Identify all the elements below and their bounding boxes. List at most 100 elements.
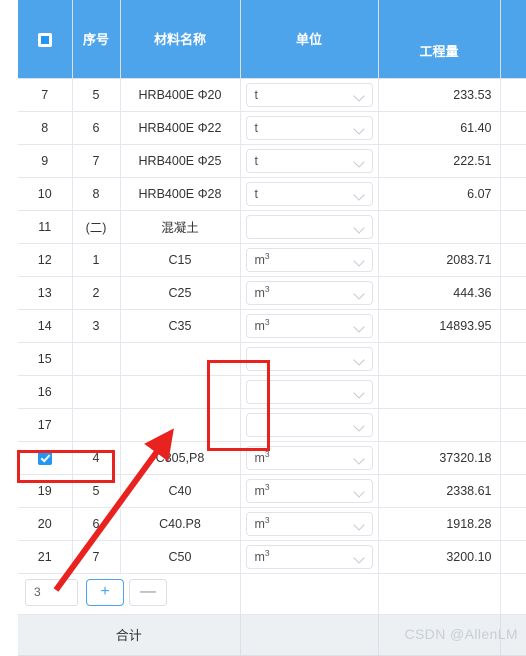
unit-select[interactable]	[245, 214, 373, 239]
table-row[interactable]: 14 3 C35 m3 14893.95	[18, 309, 526, 343]
row-material-name-cell[interactable]	[120, 408, 241, 442]
table-row[interactable]: 7 5 HRB400E Φ20 t 233.53	[18, 78, 526, 112]
row-quantity-cell[interactable]	[378, 342, 501, 376]
unit-select[interactable]: m3	[245, 313, 373, 338]
table-row[interactable]: 20 6 C40.P8 m3 1918.28	[18, 507, 526, 541]
row-material-name-cell[interactable]: C35	[120, 309, 241, 343]
row-material-name-cell[interactable]: HRB400E Φ25	[120, 144, 241, 178]
unit-select[interactable]: t	[245, 82, 373, 107]
column-header-unit[interactable]: 单位	[240, 0, 379, 79]
unit-select[interactable]: t	[245, 181, 373, 206]
row-quantity-cell[interactable]: 61.40	[378, 111, 501, 145]
row-quantity-cell[interactable]: 222.51	[378, 144, 501, 178]
add-rows-button[interactable]: +	[86, 578, 124, 606]
unit-select[interactable]: t	[245, 148, 373, 173]
row-material-name-cell[interactable]: HRB400E Φ22	[120, 111, 241, 145]
row-seq-cell[interactable]	[72, 408, 121, 442]
row-material-name-cell[interactable]: C25	[120, 276, 241, 310]
row-quantity-cell[interactable]	[378, 408, 501, 442]
unit-select[interactable]: m3	[245, 280, 373, 305]
chevron-down-icon[interactable]	[352, 287, 365, 300]
table-row[interactable]: 10 8 HRB400E Φ28 t 6.07	[18, 177, 526, 211]
table-row[interactable]: 4 C305,P8 m3 37320.18	[18, 441, 526, 475]
row-seq-cell[interactable]: 3	[72, 309, 121, 343]
row-checkbox-cell[interactable]	[18, 441, 73, 475]
row-material-name-cell[interactable]: HRB400E Φ28	[120, 177, 241, 211]
row-material-name-cell[interactable]: C40.P8	[120, 507, 241, 541]
chevron-down-icon[interactable]	[352, 89, 365, 102]
row-material-name-cell[interactable]: C15	[120, 243, 241, 277]
row-material-name-cell[interactable]: 混凝土	[120, 210, 241, 244]
chevron-down-icon[interactable]	[352, 155, 365, 168]
chevron-down-icon[interactable]	[352, 386, 365, 399]
table-row[interactable]: 17	[18, 408, 526, 442]
row-material-name-cell[interactable]: C40	[120, 474, 241, 508]
row-seq-cell[interactable]: 5	[72, 78, 121, 112]
row-quantity-cell[interactable]: 233.53	[378, 78, 501, 112]
table-row[interactable]: 9 7 HRB400E Φ25 t 222.51	[18, 144, 526, 178]
row-seq-cell[interactable]	[72, 375, 121, 409]
row-seq-cell[interactable]: 2	[72, 276, 121, 310]
row-quantity-cell[interactable]: 14893.95	[378, 309, 501, 343]
chevron-down-icon[interactable]	[352, 188, 365, 201]
column-header-quantity[interactable]: 工程量	[378, 0, 501, 79]
row-quantity-cell[interactable]	[378, 375, 501, 409]
chevron-down-icon[interactable]	[352, 485, 365, 498]
row-seq-cell[interactable]: 6	[72, 507, 121, 541]
table-row[interactable]: 13 2 C25 m3 444.36	[18, 276, 526, 310]
row-quantity-cell[interactable]: 1918.28	[378, 507, 501, 541]
chevron-down-icon[interactable]	[352, 419, 365, 432]
checked-checkbox-icon[interactable]	[37, 450, 52, 465]
row-seq-cell[interactable]: 4	[72, 441, 121, 475]
unit-select[interactable]: m3	[245, 544, 373, 569]
row-seq-cell[interactable]: (二)	[72, 210, 121, 244]
remove-rows-button[interactable]: —	[129, 578, 167, 606]
row-material-name-cell[interactable]	[120, 342, 241, 376]
chevron-down-icon[interactable]	[352, 254, 365, 267]
row-seq-cell[interactable]: 7	[72, 144, 121, 178]
row-seq-cell[interactable]	[72, 342, 121, 376]
row-quantity-cell[interactable]: 444.36	[378, 276, 501, 310]
column-header-seq[interactable]: 序号	[72, 0, 121, 79]
row-quantity-cell[interactable]: 2338.61	[378, 474, 501, 508]
row-seq-cell[interactable]: 1	[72, 243, 121, 277]
row-seq-cell[interactable]: 7	[72, 540, 121, 574]
unit-select[interactable]	[245, 379, 373, 404]
chevron-down-icon[interactable]	[352, 353, 365, 366]
unit-select[interactable]: t	[245, 115, 373, 140]
row-material-name-cell[interactable]: HRB400E Φ20	[120, 78, 241, 112]
table-row[interactable]: 15	[18, 342, 526, 376]
unit-select[interactable]	[245, 412, 373, 437]
row-quantity-cell[interactable]: 37320.18	[378, 441, 501, 475]
row-material-name-cell[interactable]	[120, 375, 241, 409]
table-row[interactable]: 16	[18, 375, 526, 409]
chevron-down-icon[interactable]	[352, 122, 365, 135]
unit-select[interactable]: m3	[245, 247, 373, 272]
chevron-down-icon[interactable]	[352, 518, 365, 531]
unit-select[interactable]: m3	[245, 511, 373, 536]
row-quantity-cell[interactable]: 6.07	[378, 177, 501, 211]
table-row[interactable]: 11 (二) 混凝土	[18, 210, 526, 244]
row-quantity-cell[interactable]	[378, 210, 501, 244]
row-quantity-cell[interactable]: 3200.10	[378, 540, 501, 574]
indeterminate-checkbox-icon[interactable]	[37, 32, 52, 47]
column-header-material-name[interactable]: 材料名称	[120, 0, 241, 79]
row-seq-cell[interactable]: 5	[72, 474, 121, 508]
row-material-name-cell[interactable]: C305,P8	[120, 441, 241, 475]
row-seq-cell[interactable]: 8	[72, 177, 121, 211]
select-all-header-cell[interactable]	[18, 0, 73, 79]
table-row[interactable]: 12 1 C15 m3 2083.71	[18, 243, 526, 277]
table-row[interactable]: 8 6 HRB400E Φ22 t 61.40	[18, 111, 526, 145]
unit-select[interactable]	[245, 346, 373, 371]
chevron-down-icon[interactable]	[352, 221, 365, 234]
chevron-down-icon[interactable]	[352, 320, 365, 333]
table-row[interactable]: 19 5 C40 m3 2338.61	[18, 474, 526, 508]
chevron-down-icon[interactable]	[352, 551, 365, 564]
table-row[interactable]: 21 7 C50 m3 3200.10	[18, 540, 526, 574]
row-material-name-cell[interactable]: C50	[120, 540, 241, 574]
unit-select[interactable]: m3	[245, 478, 373, 503]
row-count-input[interactable]: 3	[25, 578, 78, 606]
unit-select[interactable]: m3	[245, 445, 373, 470]
row-quantity-cell[interactable]: 2083.71	[378, 243, 501, 277]
chevron-down-icon[interactable]	[352, 452, 365, 465]
